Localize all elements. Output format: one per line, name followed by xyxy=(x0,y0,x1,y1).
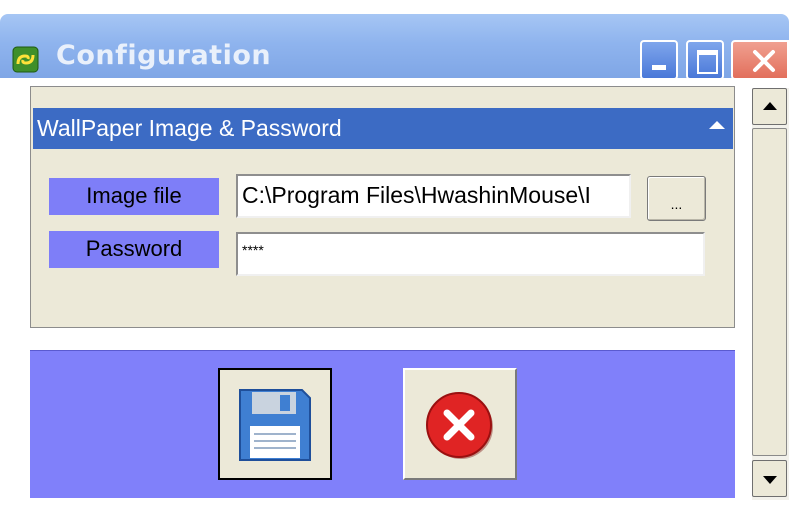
arrow-up-icon xyxy=(763,102,777,110)
image-file-label: Image file xyxy=(49,178,219,215)
app-icon xyxy=(12,46,39,73)
maximize-button[interactable] xyxy=(686,40,724,80)
minimize-icon xyxy=(652,65,666,70)
title-bar[interactable]: Configuration xyxy=(0,14,789,80)
cancel-button[interactable] xyxy=(403,368,517,480)
chevron-up-icon[interactable] xyxy=(709,121,725,129)
scroll-up-button[interactable] xyxy=(752,88,787,125)
window-title: Configuration xyxy=(56,40,272,71)
vertical-scrollbar[interactable] xyxy=(752,88,789,500)
minimize-button[interactable] xyxy=(640,40,678,80)
floppy-disk-icon xyxy=(239,389,311,461)
section-title: WallPaper Image & Password xyxy=(37,115,342,141)
arrow-down-icon xyxy=(763,476,777,484)
action-bar xyxy=(30,350,735,498)
section-header[interactable]: WallPaper Image & Password xyxy=(33,108,733,149)
close-button[interactable] xyxy=(731,40,789,80)
close-icon xyxy=(753,50,775,72)
maximize-icon xyxy=(697,50,718,74)
scroll-thumb[interactable] xyxy=(752,128,787,456)
scroll-down-button[interactable] xyxy=(752,460,787,497)
client-area: WallPaper Image & Password Image file C:… xyxy=(0,78,789,508)
red-x-circle-icon xyxy=(426,392,493,459)
browse-button[interactable]: ... xyxy=(647,176,706,221)
image-file-field[interactable]: C:\Program Files\HwashinMouse\I xyxy=(236,174,631,218)
password-label: Password xyxy=(49,231,219,268)
save-button[interactable] xyxy=(218,368,332,480)
password-field[interactable]: **** xyxy=(236,232,705,276)
